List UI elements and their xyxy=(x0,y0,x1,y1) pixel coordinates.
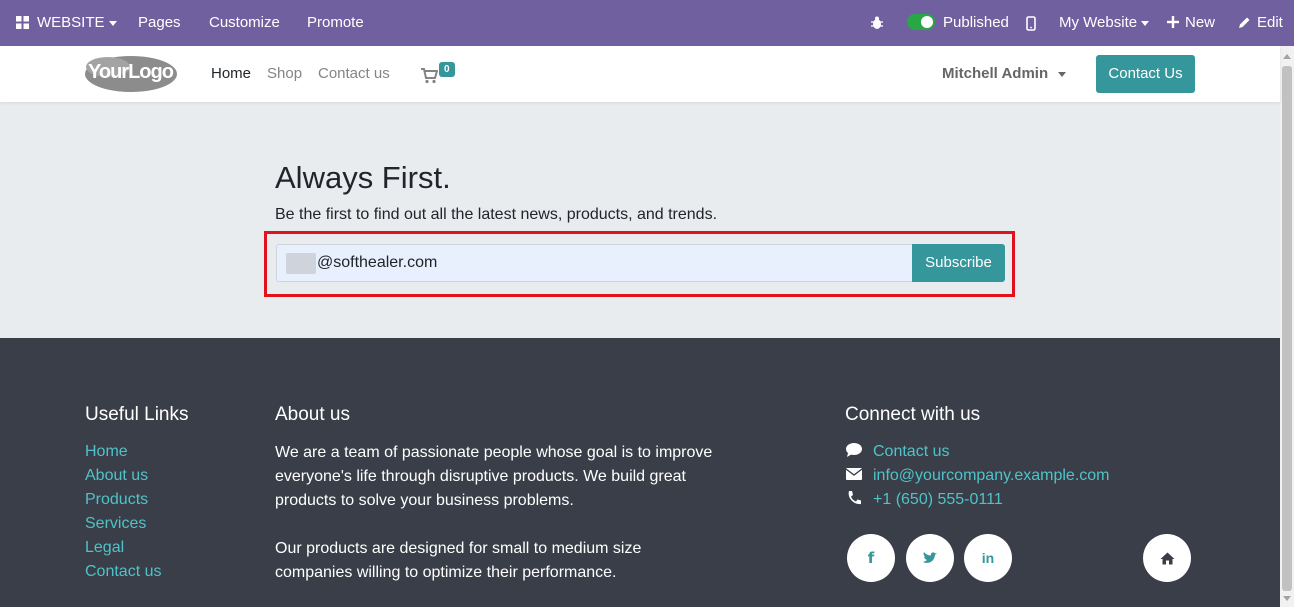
scroll-down-arrow-icon[interactable] xyxy=(1283,596,1291,601)
newsletter-title: Always First. xyxy=(275,160,451,195)
promote-menu[interactable]: Promote xyxy=(307,0,364,46)
user-name: Mitchell Admin xyxy=(942,65,1049,82)
mobile-icon xyxy=(1026,15,1036,31)
footer-link-about-us[interactable]: About us xyxy=(85,467,148,485)
plus-icon xyxy=(1167,16,1179,29)
footer-link-legal[interactable]: Legal xyxy=(85,539,124,557)
envelope-icon xyxy=(845,467,863,480)
about-us-heading: About us xyxy=(275,404,350,425)
bug-icon xyxy=(871,16,883,30)
footer-link-products[interactable]: Products xyxy=(85,491,148,509)
nav-contact-us[interactable]: Contact us xyxy=(318,46,390,102)
page-scrollbar[interactable] xyxy=(1280,46,1294,607)
apps-grid-icon xyxy=(16,15,29,29)
twitter-icon xyxy=(923,552,937,563)
footer-link-home[interactable]: Home xyxy=(85,443,128,461)
toggle-switch-icon xyxy=(907,14,935,31)
connect-phone-row[interactable]: +1 (650) 555-0111 xyxy=(845,490,1003,515)
connect-email-row[interactable]: info@yourcompany.example.com xyxy=(845,467,1110,491)
caret-down-icon xyxy=(108,20,117,26)
connect-email-link: info@yourcompany.example.com xyxy=(873,467,1110,484)
website-menu-label: WEBSITE xyxy=(37,14,105,31)
scrollbar-thumb[interactable] xyxy=(1282,66,1292,591)
company-logo[interactable]: YourLogo xyxy=(84,53,180,95)
debug-button[interactable] xyxy=(870,0,884,46)
pencil-icon xyxy=(1239,17,1250,28)
about-line: Our products are designed for small to m… xyxy=(275,540,642,557)
home-button[interactable] xyxy=(1143,534,1191,582)
phone-icon xyxy=(848,490,861,504)
scroll-up-arrow-icon[interactable] xyxy=(1283,54,1291,59)
about-us-paragraph-2: Our products are designed for small to m… xyxy=(275,537,755,585)
logo-text: YourLogo xyxy=(88,61,174,83)
cart-count-badge: 0 xyxy=(439,62,455,77)
cart-icon xyxy=(421,68,439,84)
user-menu[interactable]: Mitchell Admin xyxy=(942,46,1067,102)
newsletter-section: Always First. Be the first to find out a… xyxy=(0,102,1280,338)
email-value: @softhealer.com xyxy=(317,254,438,271)
comment-icon xyxy=(846,442,862,457)
site-footer: Useful Links Home About us Products Serv… xyxy=(0,338,1280,607)
pages-menu[interactable]: Pages xyxy=(138,0,181,46)
site-header: YourLogo Home Shop Contact us 0 Mitchell… xyxy=(0,46,1280,102)
home-icon xyxy=(1160,552,1174,565)
nav-shop[interactable]: Shop xyxy=(267,46,302,102)
redacted-text xyxy=(286,253,316,274)
footer-link-contact-us[interactable]: Contact us xyxy=(85,563,161,581)
connect-phone-link: +1 (650) 555-0111 xyxy=(873,491,1003,508)
linkedin-icon: in xyxy=(981,550,995,566)
publish-toggle[interactable]: Published xyxy=(907,0,1009,46)
caret-down-icon xyxy=(1141,20,1150,26)
connect-heading: Connect with us xyxy=(845,404,981,425)
caret-down-icon xyxy=(1058,71,1067,77)
edit-button[interactable]: Edit xyxy=(1238,0,1283,46)
customize-menu[interactable]: Customize xyxy=(209,0,280,46)
twitter-button[interactable] xyxy=(906,534,954,582)
about-line: everyone's life through disruptive produ… xyxy=(275,468,686,485)
email-input[interactable]: @softhealer.com xyxy=(276,244,912,282)
site-selector[interactable]: My Website xyxy=(1059,0,1150,46)
nav-home[interactable]: Home xyxy=(211,46,251,102)
odoo-admin-bar: WEBSITE Pages Customize Promote Publishe… xyxy=(0,0,1294,46)
publish-label: Published xyxy=(943,14,1009,31)
footer-link-services[interactable]: Services xyxy=(85,515,146,533)
useful-links-heading: Useful Links xyxy=(85,404,189,425)
new-label: New xyxy=(1185,14,1216,31)
connect-contact-row[interactable]: Contact us xyxy=(845,442,950,467)
facebook-button[interactable]: f xyxy=(847,534,895,582)
mobile-preview-button[interactable] xyxy=(1026,0,1036,46)
linkedin-button[interactable]: in xyxy=(964,534,1012,582)
subscribe-button[interactable]: Subscribe xyxy=(912,244,1005,282)
cart-button[interactable] xyxy=(421,62,439,89)
about-line: companies willing to optimize their perf… xyxy=(275,564,617,581)
new-button[interactable]: New xyxy=(1167,0,1215,46)
contact-us-button[interactable]: Contact Us xyxy=(1096,55,1195,93)
facebook-icon: f xyxy=(867,549,875,567)
about-line: We are a team of passionate people whose… xyxy=(275,444,713,461)
edit-label: Edit xyxy=(1257,14,1283,31)
website-menu[interactable]: WEBSITE xyxy=(16,0,117,46)
about-line: products to solve your business problems… xyxy=(275,492,574,509)
connect-contact-link: Contact us xyxy=(873,443,950,460)
newsletter-subtitle: Be the first to find out all the latest … xyxy=(275,206,718,223)
about-us-paragraph-1: We are a team of passionate people whose… xyxy=(275,441,755,513)
site-selector-label: My Website xyxy=(1059,14,1138,31)
